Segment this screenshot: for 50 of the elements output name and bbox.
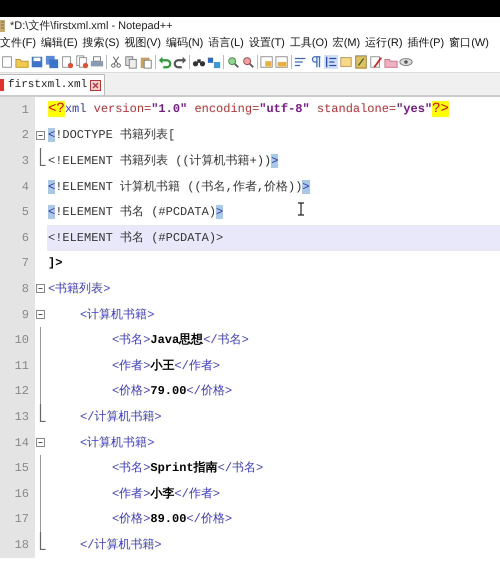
code-line: <?xml version="1.0" encoding="utf-8" standalone="yes"?>	[48, 100, 449, 120]
code-line: <计算机书籍>	[80, 434, 154, 452]
line-number: 10	[14, 332, 29, 350]
line-number: 8	[22, 280, 29, 298]
menu-item[interactable]: 编码(N)	[166, 35, 204, 52]
menu-item[interactable]: 设置(T)	[248, 35, 285, 52]
menu-item[interactable]: 宏(M)	[332, 35, 360, 52]
line-number: 16	[14, 486, 29, 503]
code-line: <作者>小李</作者>	[112, 486, 220, 503]
line-number: 3	[22, 152, 29, 170]
line-number: 18	[14, 536, 29, 554]
code-line: <!ELEMENT 书籍列表 ((计算机书籍+))>	[48, 152, 278, 170]
code-line: <!ELEMENT 书名 (#PCDATA)>	[48, 204, 224, 222]
menu-item[interactable]: 文件(F)	[0, 35, 36, 52]
menu-item[interactable]: 窗口(W)	[449, 35, 489, 52]
code-line: <!ELEMENT 计算机书籍 ((书名,作者,价格))>	[48, 178, 310, 196]
window-title: *D:\文件\firstxml.xml - Notepad++	[10, 18, 173, 34]
line-number: 5	[22, 204, 29, 222]
code-line: </计算机书籍>	[80, 536, 162, 554]
menu-item[interactable]: 工具(O)	[290, 35, 328, 52]
code-line: <书籍列表>	[48, 280, 110, 298]
code-line: <价格>89.00</价格>	[112, 511, 232, 528]
line-number: 15	[14, 460, 29, 478]
code-line: ]>	[48, 255, 62, 272]
menu-item[interactable]: 运行(R)	[365, 35, 403, 52]
menu-item[interactable]: 编辑(E)	[41, 35, 78, 52]
file-tab[interactable]: firstxml.xml	[0, 74, 106, 95]
code-line: <计算机书籍>	[80, 306, 154, 324]
menu-item[interactable]: 搜索(S)	[82, 35, 120, 52]
line-number: 4	[22, 178, 29, 196]
code-line: <!ELEMENT 书名 (#PCDATA)>	[48, 230, 224, 247]
line-number: 13	[14, 408, 29, 426]
line-number: 12	[14, 383, 29, 400]
code-line: <书名>Java思想</书名>	[112, 332, 249, 350]
line-number: 9	[22, 306, 29, 324]
code-line: </计算机书籍>	[80, 408, 162, 426]
code-line: <作者>小王</作者>	[112, 358, 220, 375]
code-line: <书名>Sprint指南</书名>	[112, 460, 264, 478]
line-number: 2	[22, 127, 29, 144]
line-number: 14	[14, 434, 29, 452]
code-line: <价格>79.00</价格>	[112, 383, 232, 400]
line-number: 17	[14, 511, 29, 528]
menu-item[interactable]: 语言(L)	[208, 35, 244, 52]
menu-item[interactable]: 插件(P)	[408, 35, 444, 52]
code-line: <!DOCTYPE 书籍列表[	[48, 127, 176, 144]
menu-item[interactable]: 视图(V)	[124, 35, 162, 52]
line-number: 1	[22, 102, 29, 119]
line-number: 7	[22, 255, 29, 272]
line-number: 6	[22, 230, 29, 247]
line-number: 11	[14, 358, 29, 375]
